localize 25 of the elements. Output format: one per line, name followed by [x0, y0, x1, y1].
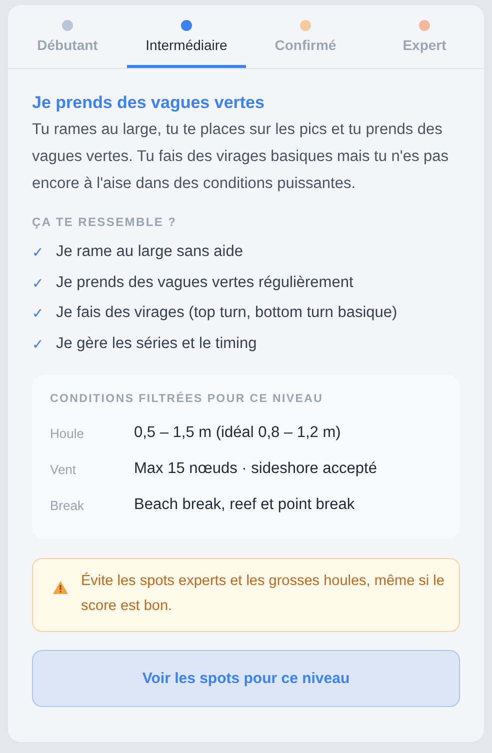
warning-text: Évite les spots experts et les grosses houles, même si le score est bon.	[81, 571, 445, 616]
condition-label: Break	[50, 498, 85, 512]
condition-label: Houle	[50, 426, 85, 440]
condition-value: Beach break, reef et point break	[134, 496, 355, 514]
checklist-item: Je gère les séries et le timing	[56, 334, 257, 353]
level-tab[interactable]: Intermédiaire	[127, 5, 246, 68]
warning-icon	[53, 581, 68, 594]
condition-label: Vent	[50, 462, 78, 476]
checklist-item: Je prends des vagues vertes régulièrement	[56, 274, 354, 292]
condition-value: Max 15 nœuds · sideshore accepté	[134, 460, 377, 478]
level-tab[interactable]: Confirmé	[246, 5, 365, 68]
check-mark: ✓	[32, 305, 44, 322]
level-tab[interactable]: Expert	[365, 5, 484, 68]
level-title: Je prends des vagues vertes	[32, 93, 266, 113]
section-heading: CONDITIONS FILTRÉES POUR CE NIVEAU	[50, 393, 324, 405]
level-description: Tu rames au large, tu te places sur les pics et tu prends des vagues vertes. Tu fais des virages basiques mais tu n'es pas encore à l'aise dans des conditions puissantes.	[32, 120, 450, 194]
checklist-item: Je fais des virages (top turn, bottom turn basique)	[56, 304, 398, 322]
see-spots-button[interactable]: Voir les spots pour ce niveau	[32, 650, 460, 707]
level-tab[interactable]: Débutant	[8, 5, 127, 68]
check-mark: ✓	[32, 336, 44, 352]
checklist-item: Je rame au large sans aide	[56, 243, 243, 262]
condition-value: 0,5 – 1,5 m (idéal 0,8 – 1,2 m)	[134, 424, 341, 442]
check-mark: ✓	[32, 274, 44, 291]
check-mark: ✓	[32, 244, 44, 260]
section-heading: ÇA TE RESSEMBLE ?	[32, 215, 178, 229]
